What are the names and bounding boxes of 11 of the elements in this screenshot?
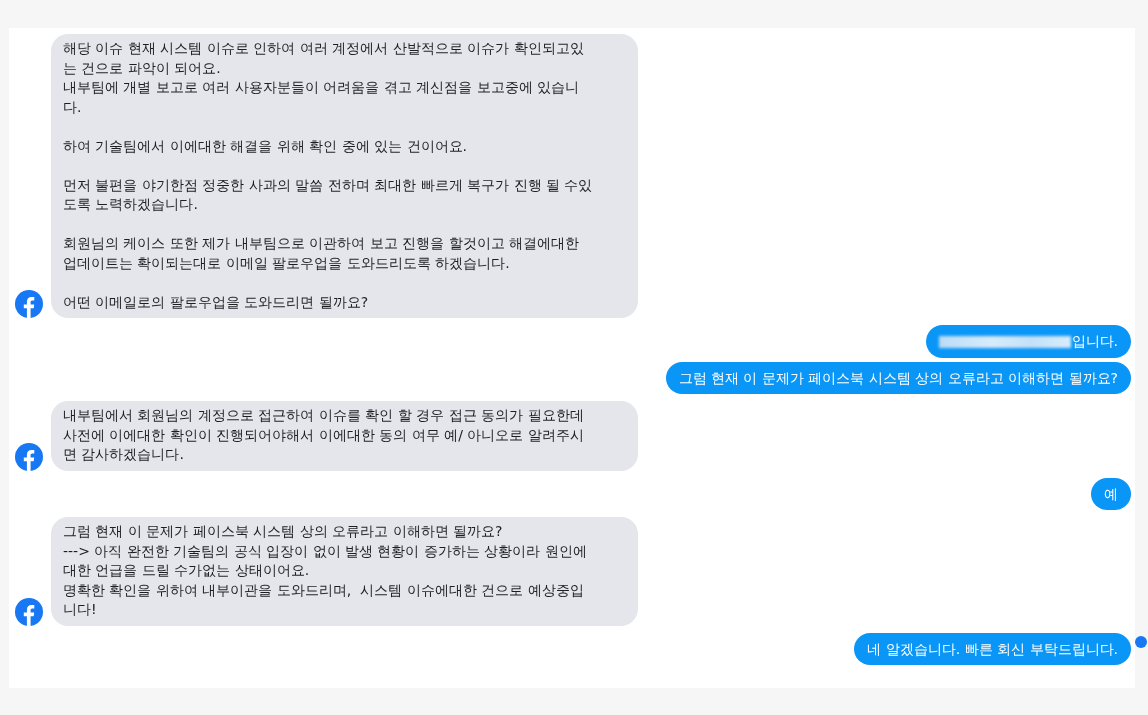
message-bubble: 내부팀에서 회원님의 계정으로 접근하여 이슈를 확인 할 경우 접근 동의가 필요한데 사전에 이에대한 확인이 진행되어야해서 이에대한 동의 여무 예/ 아니오로 알려주시 면 감사하겠습니다. (51, 401, 638, 471)
message-bubble: 해당 이슈 현재 시스템 이슈로 인하여 여러 계정에서 산발적으로 이슈가 확인되고있 는 건으로 파악이 되어요. 내부팀에 개별 보고로 여러 사용자분들이 어려움을 겪고 계신점을 보고중에 있습니 다. 하여 기술팀에서 이에대한 해결을 위해 확인 중에 있는 건이어요. 먼저 불편을 야기한점 정중한 사과의 말씀 전하며 최대한 빠르게 복구가 진행 될 수있 도록 노력하겠습니다. 회원님의 케이스 또한 제가 내부팀으로 이관하여 보고 진행을 할것이고 해결에대한 업데이트는 확이되는대로 이메일 팔로우업을 도와드리도록 하겠습니다. 어떤 이메일로의 팔로우업을 도와드리면 될까요? (51, 34, 638, 318)
message-bubble: 그럼 현재 이 문제가 페이스북 시스템 상의 오류라고 이해하면 될까요? ---> 아직 완전한 기술팀의 공식 입장이 없이 발생 현황이 증가하는 상황이라 원인에 대한 언급을 드릴 수가없는 상태이어요. 명확한 확인을 위하여 내부이관을 도와드리며, 시스템 이슈에대한 건으로 예상중입 니다! (51, 517, 638, 626)
read-receipt-icon (1135, 636, 1147, 648)
facebook-logo-icon (15, 442, 43, 471)
message-bubble: 그럼 현재 이 문제가 페이스북 시스템 상의 오류라고 이해하면 될까요? (665, 361, 1131, 394)
message-bubble: 네 알겠습니다. 빠른 회신 부탁드립니다. (854, 632, 1131, 665)
message-bubble: 입니다. (925, 325, 1131, 358)
facebook-logo-icon (15, 597, 43, 626)
facebook-logo-icon (15, 290, 43, 318)
message-bubble: 예 (1091, 477, 1131, 510)
